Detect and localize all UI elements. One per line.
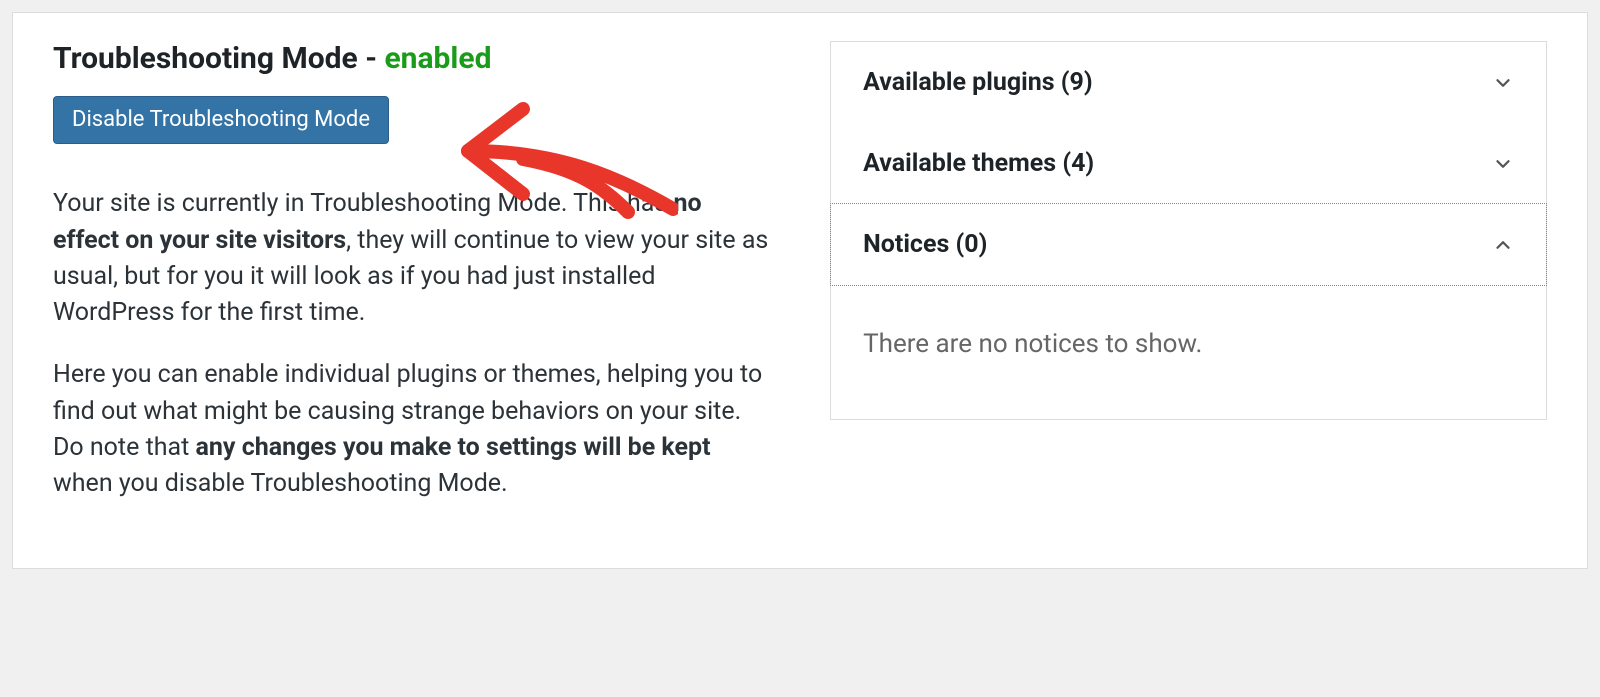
p2-text-bold: any changes you make to settings will be… [196,433,711,462]
accordion-header-themes[interactable]: Available themes (4) [831,123,1546,204]
accordion-item-plugins: Available plugins (9) [831,42,1546,123]
accordion-label-plugins: Available plugins (9) [863,68,1093,97]
description-paragraph-1: Your site is currently in Troubleshootin… [53,186,770,331]
accordion-item-themes: Available themes (4) [831,123,1546,204]
chevron-up-icon [1492,234,1514,256]
accordion: Available plugins (9) Available themes (… [830,41,1547,420]
accordion-item-notices: Notices (0) There are no notices to show… [831,203,1546,419]
notices-empty-text: There are no notices to show. [863,329,1202,359]
left-column: Troubleshooting Mode - enabled Disable T… [53,41,770,528]
title-dash: - [358,41,385,76]
description-paragraph-2: Here you can enable individual plugins o… [53,357,770,502]
chevron-down-icon [1492,153,1514,175]
right-column: Available plugins (9) Available themes (… [830,41,1547,528]
p2-text-c: when you disable Troubleshooting Mode. [53,469,508,498]
accordion-label-themes: Available themes (4) [863,149,1094,178]
accordion-label-notices: Notices (0) [863,230,987,259]
status-enabled: enabled [384,41,491,76]
page-title: Troubleshooting Mode - enabled [53,41,770,76]
p1-text-a: Your site is currently in Troubleshootin… [53,189,673,218]
accordion-header-notices[interactable]: Notices (0) [830,203,1547,286]
chevron-down-icon [1492,72,1514,94]
accordion-header-plugins[interactable]: Available plugins (9) [831,42,1546,123]
troubleshooting-panel: Troubleshooting Mode - enabled Disable T… [12,12,1588,569]
disable-troubleshooting-button[interactable]: Disable Troubleshooting Mode [53,96,389,144]
button-wrap: Disable Troubleshooting Mode [53,96,770,144]
accordion-body-notices: There are no notices to show. [831,285,1546,419]
title-prefix: Troubleshooting Mode [53,41,358,76]
